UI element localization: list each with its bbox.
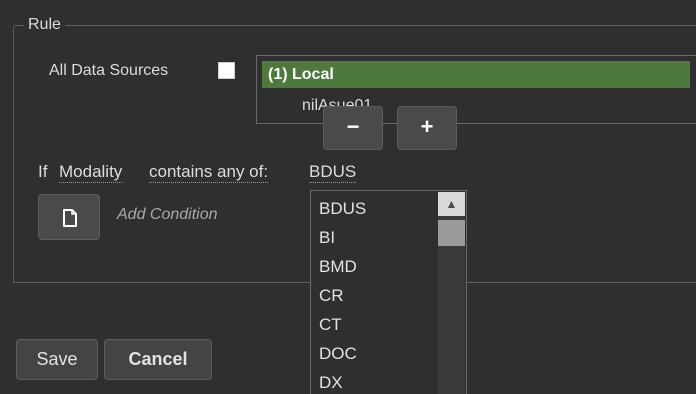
condition-prefix: If [38, 162, 48, 181]
modality-option[interactable]: BMD [319, 252, 357, 281]
all-data-sources-label: All Data Sources [49, 62, 169, 79]
modality-option[interactable]: DX [319, 368, 343, 394]
save-button[interactable]: Save [16, 339, 98, 380]
all-data-sources-checkbox[interactable] [218, 62, 235, 79]
modality-option[interactable]: CT [319, 310, 342, 339]
condition-field[interactable]: Modality [59, 162, 123, 183]
plus-icon: + [420, 114, 434, 139]
condition-value[interactable]: BDUS [309, 162, 357, 183]
scroll-thumb[interactable] [438, 220, 465, 246]
condition-operator[interactable]: contains any of: [149, 162, 269, 183]
modality-option[interactable]: DOC [319, 339, 357, 368]
add-condition-label[interactable]: Add Condition [117, 206, 218, 224]
minus-icon: − [346, 114, 360, 139]
file-icon [63, 209, 77, 227]
data-source-list[interactable]: (1) Local nilAsue01 [256, 55, 696, 124]
dropdown-scrollbar[interactable]: ▲ [438, 192, 465, 394]
modality-option[interactable]: CR [319, 281, 344, 310]
scroll-up-icon[interactable]: ▲ [438, 192, 465, 216]
cancel-button[interactable]: Cancel [104, 339, 212, 380]
modality-option[interactable]: BDUS [319, 194, 366, 223]
remove-data-source-button[interactable]: − [323, 106, 383, 150]
add-condition-button[interactable] [38, 194, 100, 240]
rule-legend: Rule [24, 16, 65, 34]
data-source-item-local[interactable]: (1) Local [262, 61, 690, 88]
add-data-source-button[interactable]: + [397, 106, 457, 150]
modality-option[interactable]: BI [319, 223, 335, 252]
